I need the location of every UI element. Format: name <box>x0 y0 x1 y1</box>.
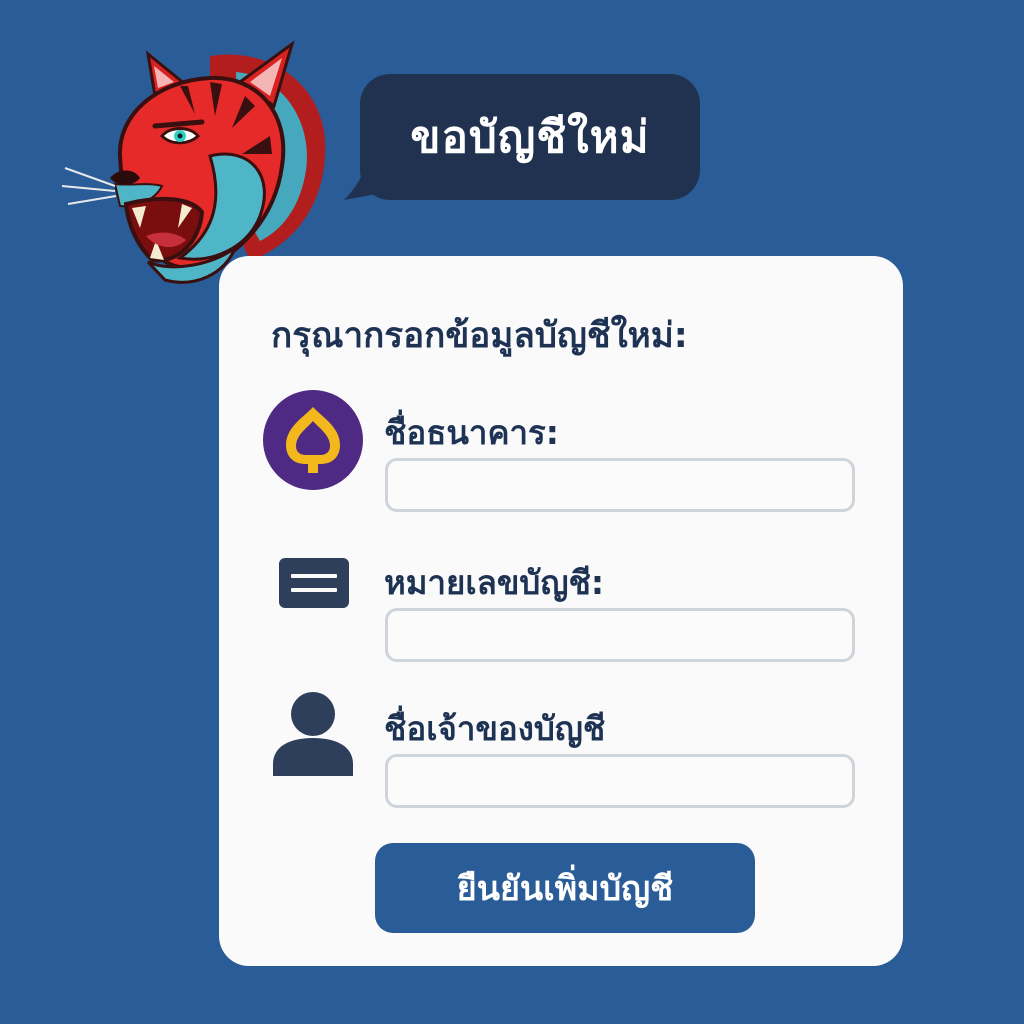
form-title: กรุณากรอกข้อมูลบัญชีใหม่: <box>271 316 688 356</box>
user-icon <box>273 692 353 776</box>
card-icon <box>279 558 349 608</box>
account-number-label: หมายเลขบัญชี: <box>384 563 605 602</box>
tiger-mascot-icon <box>61 40 326 284</box>
speech-bubble-text: ขอบัญชีใหม่ <box>410 112 650 163</box>
bank-logo-icon <box>263 390 363 490</box>
account-holder-label: ชื่อเจ้าของบัญชี <box>384 709 606 748</box>
bank-name-label: ชื่อธนาคาร: <box>384 413 559 452</box>
bank-name-input[interactable] <box>385 458 855 512</box>
confirm-add-account-button[interactable]: ยืนยันเพิ่มบัญชี <box>375 843 755 933</box>
speech-bubble: ขอบัญชีใหม่ <box>360 74 700 200</box>
account-number-input[interactable] <box>385 608 855 662</box>
new-account-form-card: กรุณากรอกข้อมูลบัญชีใหม่: ชื่อธนาคาร: หม… <box>219 256 903 966</box>
account-holder-input[interactable] <box>385 754 855 808</box>
